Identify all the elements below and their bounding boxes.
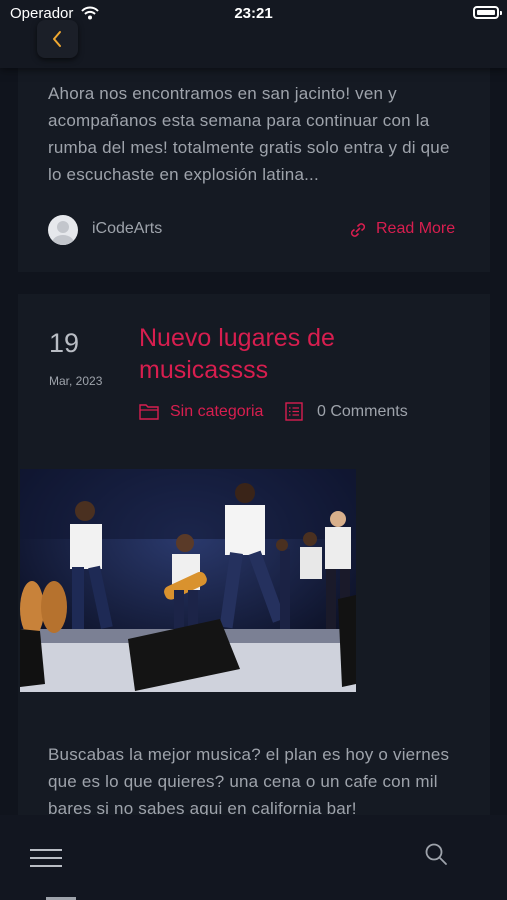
post-excerpt-1: Ahora nos encontramos en san jacinto! ve… [48, 84, 450, 184]
post-title[interactable]: Nuevo lugares de musicassss [139, 322, 469, 386]
bottom-tab-bar [0, 815, 507, 900]
folder-icon [139, 404, 159, 420]
post-date: Mar, 2023 [49, 374, 103, 388]
post-day: 19 [49, 328, 80, 358]
status-time: 23:21 [234, 5, 273, 22]
read-more-link[interactable]: Read More [376, 220, 455, 238]
back-chevron-icon [53, 31, 61, 47]
post-comments-count[interactable]: 0 Comments [317, 403, 408, 421]
post-category-link[interactable]: Sin categoria [170, 403, 263, 421]
post-featured-image[interactable] [20, 469, 356, 692]
menu-icon[interactable] [30, 849, 62, 869]
status-bar: Operador 23:21 [0, 0, 507, 28]
link-icon [350, 223, 366, 237]
author-avatar [48, 215, 78, 245]
post-excerpt-2: Buscabas la mejor musica? el plan es hoy… [48, 745, 450, 818]
list-icon [285, 402, 303, 421]
author-name: iCodeArts [92, 220, 163, 237]
battery-icon [473, 6, 502, 19]
search-icon[interactable] [424, 842, 448, 866]
